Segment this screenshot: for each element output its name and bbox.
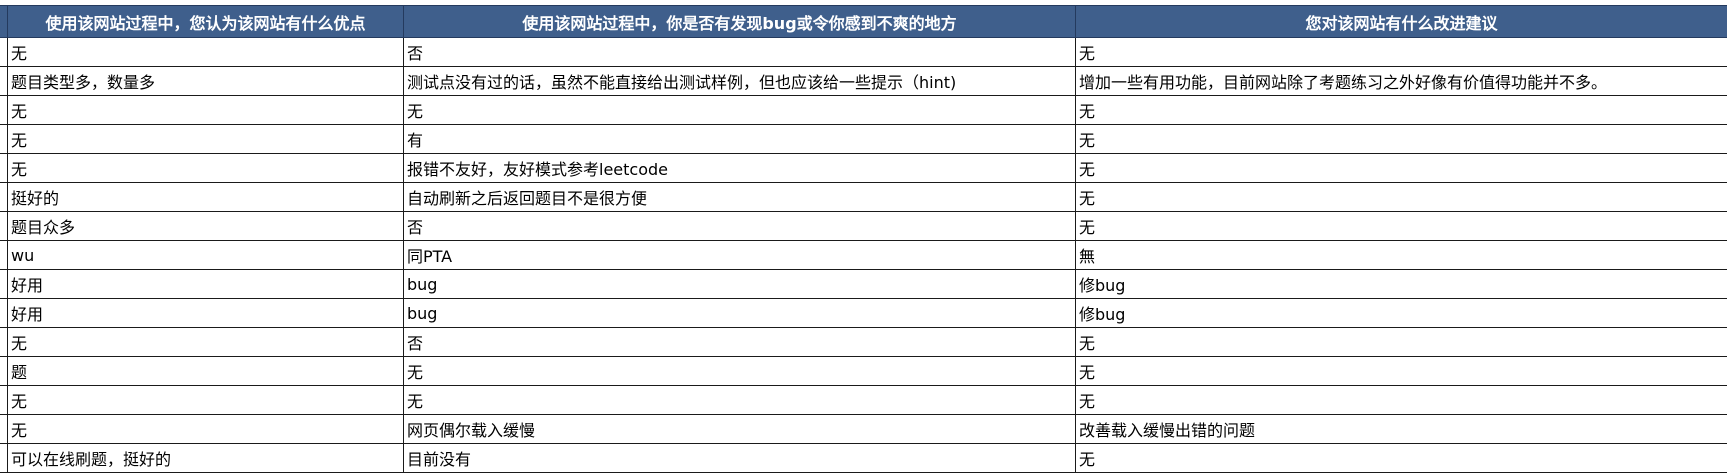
- table-row: 无无无: [0, 95, 1727, 125]
- cell-suggestion[interactable]: 无: [1075, 153, 1727, 183]
- cell-suggestion[interactable]: 无: [1075, 95, 1727, 125]
- survey-table: 使用该网站过程中，您认为该网站有什么优点 使用该网站过程中，你是否有发现bug或…: [0, 5, 1727, 473]
- cell-advantage[interactable]: 好用: [7, 269, 404, 299]
- row-marker-cell[interactable]: [0, 443, 8, 473]
- cell-bug[interactable]: 目前没有: [403, 443, 1076, 473]
- spreadsheet: 使用该网站过程中，您认为该网站有什么优点 使用该网站过程中，你是否有发现bug或…: [0, 0, 1727, 476]
- cell-suggestion[interactable]: 增加一些有用功能，目前网站除了考题练习之外好像有价值得功能并不多。: [1075, 66, 1727, 96]
- column-header-suggestions[interactable]: 您对该网站有什么改进建议: [1075, 5, 1727, 38]
- row-marker-cell[interactable]: [0, 298, 8, 328]
- table-row: 挺好的 自动刷新之后返回题目不是很方便无: [0, 182, 1727, 212]
- cell-bug[interactable]: 同PTA: [403, 240, 1076, 270]
- cell-suggestion[interactable]: 无: [1075, 385, 1727, 415]
- row-marker-cell[interactable]: [0, 356, 8, 386]
- row-marker-cell[interactable]: [0, 269, 8, 299]
- cell-suggestion[interactable]: 修bug: [1075, 269, 1727, 299]
- cell-advantage[interactable]: 无: [7, 124, 404, 154]
- cell-advantage[interactable]: 挺好的: [7, 182, 404, 212]
- cell-suggestion[interactable]: 无: [1075, 356, 1727, 386]
- table-row: 可以在线刷题，挺好的 目前没有无: [0, 443, 1727, 473]
- cell-advantage[interactable]: 题: [7, 356, 404, 386]
- cell-suggestion[interactable]: 无: [1075, 443, 1727, 473]
- row-marker-cell[interactable]: [0, 182, 8, 212]
- row-marker-cell[interactable]: [0, 37, 8, 67]
- table-row: 无有无: [0, 124, 1727, 154]
- table-row: 无否无: [0, 327, 1727, 357]
- cell-bug[interactable]: 否: [403, 211, 1076, 241]
- cell-advantage[interactable]: 无: [7, 414, 404, 444]
- row-marker-cell[interactable]: [0, 327, 8, 357]
- cell-advantage[interactable]: 题目众多: [7, 211, 404, 241]
- cell-advantage[interactable]: 无: [7, 153, 404, 183]
- cell-bug[interactable]: 无: [403, 95, 1076, 125]
- cell-suggestion[interactable]: 无: [1075, 327, 1727, 357]
- cell-suggestion[interactable]: 修bug: [1075, 298, 1727, 328]
- table-row: 题目众多否无: [0, 211, 1727, 241]
- row-header-cell[interactable]: [0, 5, 8, 38]
- table-row: 好用 bug 修bug: [0, 298, 1727, 328]
- row-marker-cell[interactable]: [0, 66, 8, 96]
- cell-advantage[interactable]: 无: [7, 95, 404, 125]
- cell-suggestion[interactable]: 改善载入缓慢出错的问题: [1075, 414, 1727, 444]
- cell-advantage[interactable]: 好用: [7, 298, 404, 328]
- row-marker-cell[interactable]: [0, 124, 8, 154]
- table-row: wu 同PTA 無: [0, 240, 1727, 270]
- row-marker-cell[interactable]: [0, 240, 8, 270]
- cell-bug[interactable]: 否: [403, 37, 1076, 67]
- cell-bug[interactable]: 测试点没有过的话，虽然不能直接给出测试样例，但也应该给一些提示（hint): [403, 66, 1076, 96]
- cell-suggestion[interactable]: 无: [1075, 37, 1727, 67]
- cell-advantage[interactable]: 无: [7, 327, 404, 357]
- row-marker-cell[interactable]: [0, 95, 8, 125]
- cell-bug[interactable]: 无: [403, 385, 1076, 415]
- column-header-advantages[interactable]: 使用该网站过程中，您认为该网站有什么优点: [7, 5, 404, 38]
- table-row: 无否无: [0, 37, 1727, 67]
- cell-suggestion[interactable]: 无: [1075, 211, 1727, 241]
- cell-suggestion[interactable]: 无: [1075, 182, 1727, 212]
- cell-bug[interactable]: bug: [403, 269, 1076, 299]
- cell-bug[interactable]: 网页偶尔载入缓慢: [403, 414, 1076, 444]
- cell-advantage[interactable]: 题目类型多，数量多: [7, 66, 404, 96]
- cell-advantage[interactable]: 无: [7, 385, 404, 415]
- table-row: 题目类型多，数量多 测试点没有过的话，虽然不能直接给出测试样例，但也应该给一些提示…: [0, 66, 1727, 96]
- cell-suggestion[interactable]: 無: [1075, 240, 1727, 270]
- row-marker-cell[interactable]: [0, 153, 8, 183]
- cell-suggestion[interactable]: 无: [1075, 124, 1727, 154]
- row-marker-cell[interactable]: [0, 385, 8, 415]
- header-row: 使用该网站过程中，您认为该网站有什么优点 使用该网站过程中，你是否有发现bug或…: [0, 5, 1727, 38]
- row-marker-cell[interactable]: [0, 414, 8, 444]
- row-marker-cell[interactable]: [0, 211, 8, 241]
- table-row: 无无无: [0, 385, 1727, 415]
- cell-bug[interactable]: 有: [403, 124, 1076, 154]
- table-row: 题无无: [0, 356, 1727, 386]
- table-row: 好用 bug 修bug: [0, 269, 1727, 299]
- cell-advantage[interactable]: wu: [7, 240, 404, 270]
- table-row: 无报错不友好，友好模式参考leetcode 无: [0, 153, 1727, 183]
- table-row: 无网页偶尔载入缓慢 改善载入缓慢出错的问题: [0, 414, 1727, 444]
- cell-bug[interactable]: 否: [403, 327, 1076, 357]
- cell-advantage[interactable]: 可以在线刷题，挺好的: [7, 443, 404, 473]
- cell-bug[interactable]: 自动刷新之后返回题目不是很方便: [403, 182, 1076, 212]
- cell-bug[interactable]: 无: [403, 356, 1076, 386]
- cell-bug[interactable]: bug: [403, 298, 1076, 328]
- cell-bug[interactable]: 报错不友好，友好模式参考leetcode: [403, 153, 1076, 183]
- cell-advantage[interactable]: 无: [7, 37, 404, 67]
- column-header-bugs[interactable]: 使用该网站过程中，你是否有发现bug或令你感到不爽的地方: [403, 5, 1076, 38]
